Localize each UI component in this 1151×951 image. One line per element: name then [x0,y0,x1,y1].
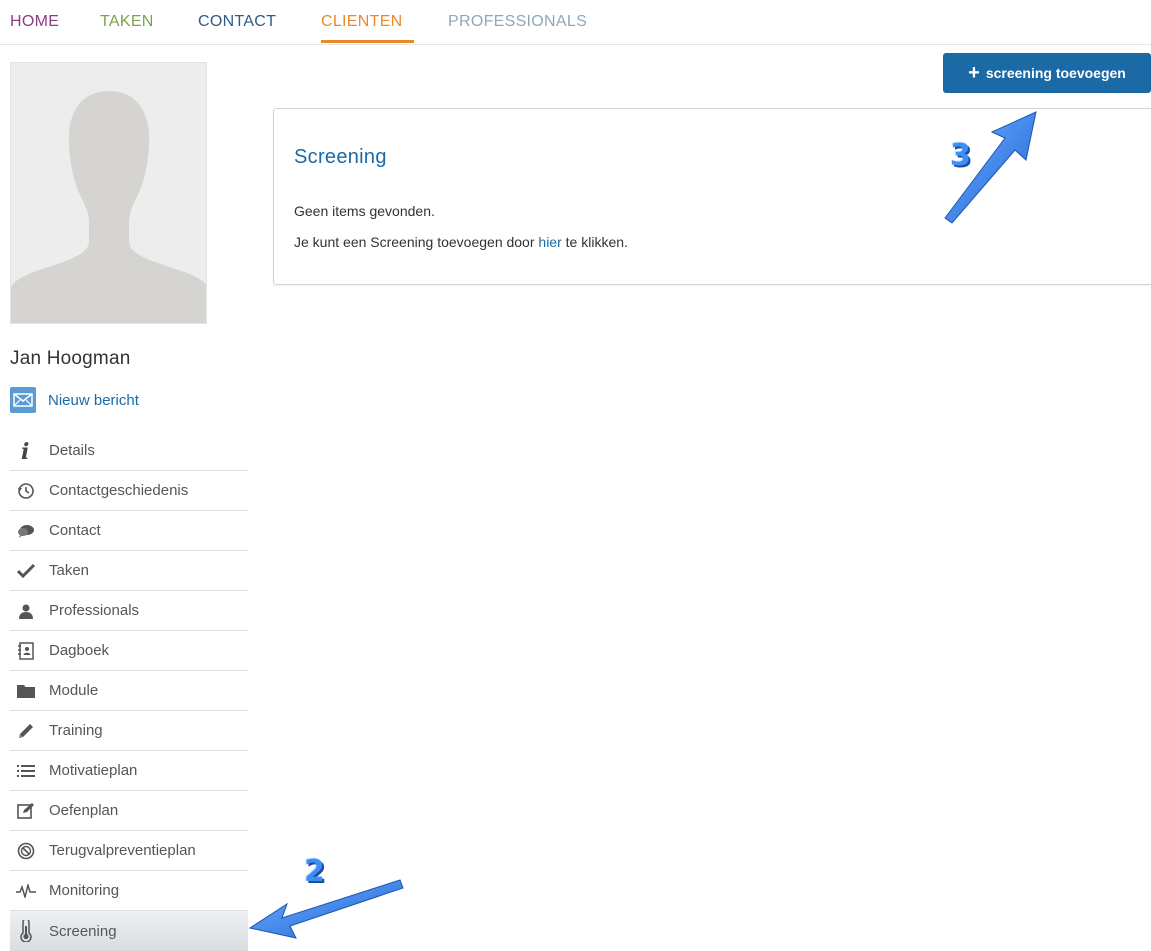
nav-contact[interactable]: CONTACT [198,12,276,32]
sidebar-item-module[interactable]: Module [10,671,248,711]
info-icon: i [15,440,37,462]
sidebar-item-screening[interactable]: Screening [10,911,248,951]
list-icon [15,760,37,782]
history-icon [15,480,37,502]
sidebar-item-monitoring[interactable]: Monitoring [10,871,248,911]
panel-title: Screening [294,146,387,168]
active-tab-indicator [321,40,414,43]
empty-state-text: Geen items gevonden. [294,203,435,219]
add-screening-label: screening toevoegen [985,65,1126,81]
sidebar-item-contact[interactable]: Contact [10,511,248,551]
avatar-silhouette-icon [11,63,206,323]
ban-icon [15,840,37,862]
sidebar-item-details[interactable]: i Details [10,431,248,471]
client-name: Jan Hoogman [10,348,131,369]
sidebar-item-label: Terugvalpreventieplan [49,842,196,859]
pulse-icon [15,880,37,902]
mail-icon [10,387,36,413]
sidebar-item-label: Details [49,442,95,459]
hint-text-before: Je kunt een Screening toevoegen door [294,234,539,250]
diary-icon [15,640,37,662]
sidebar-item-label: Motivatieplan [49,762,138,779]
new-message-link[interactable]: Nieuw bericht [10,386,139,414]
nav-clienten[interactable]: CLIENTEN [321,12,403,32]
user-icon [15,600,37,622]
sidebar-item-terugvalpreventieplan[interactable]: Terugvalpreventieplan [10,831,248,871]
sidebar-item-label: Professionals [49,602,140,619]
hint-text-after: te klikken. [561,234,628,250]
plus-icon: + [968,62,980,84]
new-message-label: Nieuw bericht [48,391,139,409]
svg-text:i: i [21,440,29,462]
sidebar-item-motivatieplan[interactable]: Motivatieplan [10,751,248,791]
top-navigation: HOME TAKEN CONTACT CLIENTEN PROFESSIONAL… [0,0,1151,45]
sidebar-item-training[interactable]: Training [10,711,248,751]
sidebar-item-contactgeschiedenis[interactable]: Contactgeschiedenis [10,471,248,511]
sidebar-item-oefenplan[interactable]: Oefenplan [10,791,248,831]
sidebar-item-taken[interactable]: Taken [10,551,248,591]
sidebar-item-label: Screening [49,922,117,940]
sidebar-item-dagboek[interactable]: Dagboek [10,631,248,671]
avatar [10,62,207,324]
sidebar-item-label: Contact [49,522,101,539]
nav-professionals[interactable]: PROFESSIONALS [448,12,587,32]
folder-icon [15,680,37,702]
add-screening-button[interactable]: + screening toevoegen [943,53,1151,93]
add-here-link[interactable]: hier [538,234,561,250]
edit-icon [15,800,37,822]
empty-state-hint: Je kunt een Screening toevoegen door hie… [294,234,628,250]
pencil-icon [15,720,37,742]
sidebar-item-label: Dagboek [49,642,110,659]
chat-icon [15,520,37,542]
arrow-to-screening-item-icon [248,879,404,939]
screening-panel: Screening Geen items gevonden. Je kunt e… [273,108,1151,285]
check-icon [15,560,37,582]
nav-taken[interactable]: TAKEN [100,12,154,32]
client-sidebar-menu: i Details Contactgeschiedenis Contact Ta… [10,431,248,951]
nav-home[interactable]: HOME [10,12,59,32]
thermometer-icon [15,920,37,942]
step-number-3: 3 [950,138,971,173]
sidebar-item-label: Contactgeschiedenis [49,482,189,499]
sidebar-item-label: Oefenplan [49,802,119,819]
sidebar-item-professionals[interactable]: Professionals [10,591,248,631]
sidebar-item-label: Monitoring [49,882,120,899]
sidebar-item-label: Training [49,722,103,739]
step-number-2: 2 [304,854,325,889]
sidebar-item-label: Module [49,682,99,699]
sidebar-item-label: Taken [49,562,90,579]
